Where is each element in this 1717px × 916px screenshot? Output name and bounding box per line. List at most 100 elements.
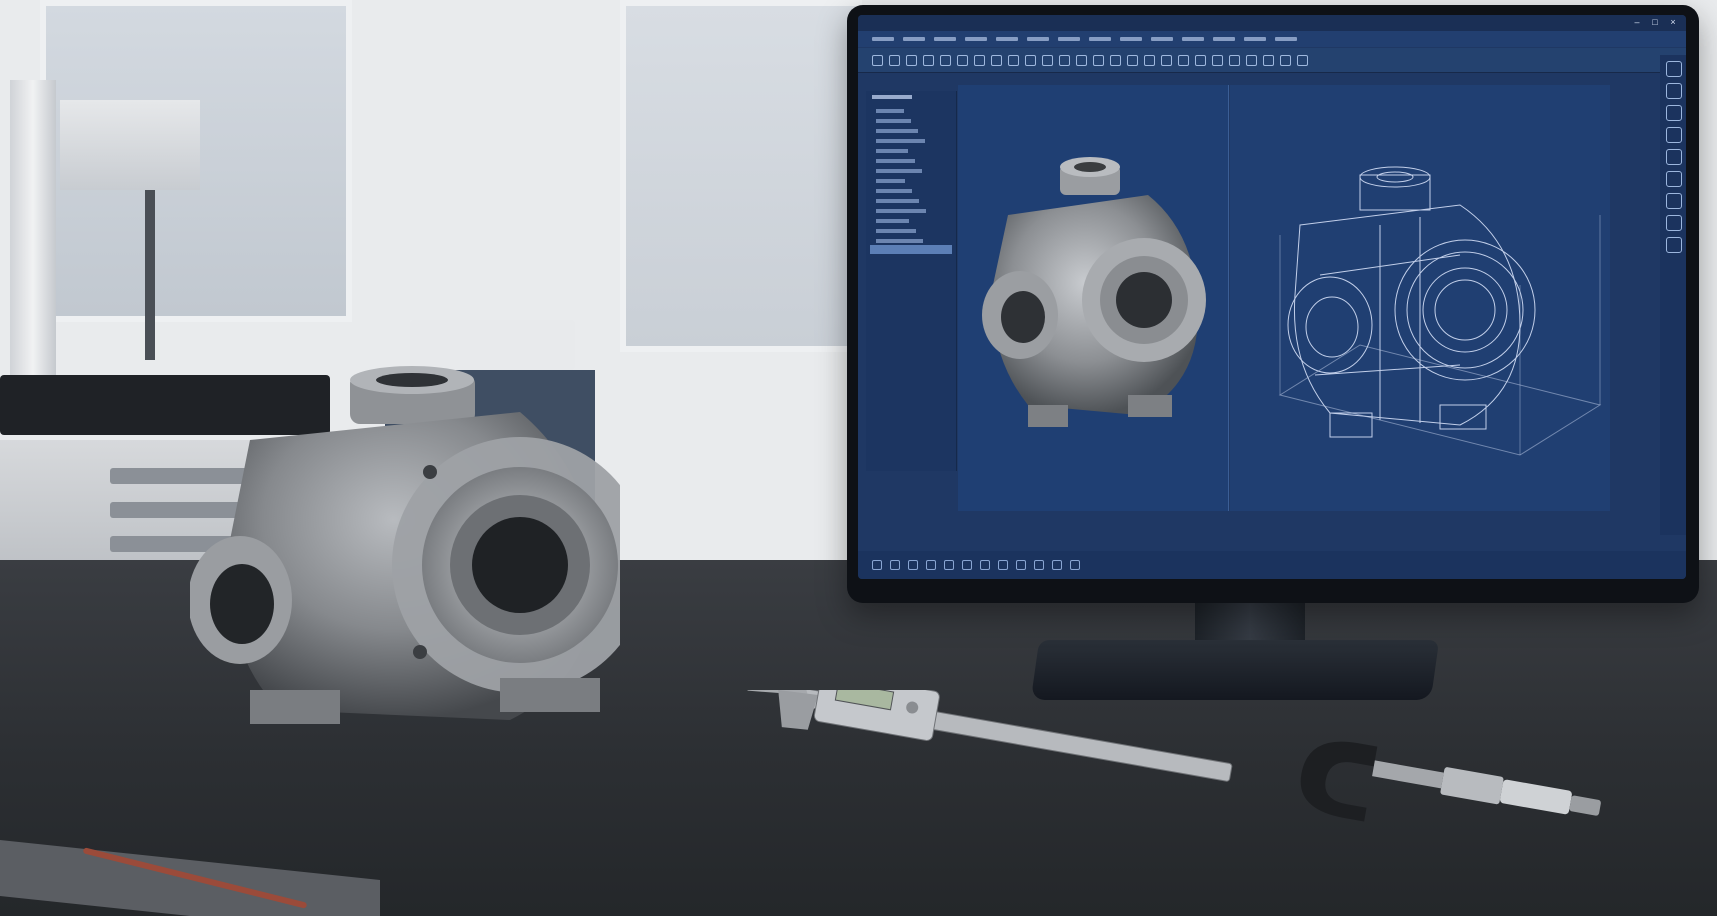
tree-item[interactable]	[876, 129, 918, 133]
toolbar-button-icon[interactable]	[1093, 54, 1104, 66]
menu-item[interactable]	[1213, 37, 1235, 41]
status-bar	[858, 551, 1686, 579]
monitor: – □ ×	[847, 5, 1699, 603]
cad-screen: – □ ×	[858, 15, 1686, 579]
toolbar-button-icon[interactable]	[1110, 54, 1121, 66]
toolbar-button-icon[interactable]	[1127, 54, 1138, 66]
status-icon[interactable]	[890, 560, 900, 570]
status-icon[interactable]	[980, 560, 990, 570]
side-tool-icon[interactable]	[1666, 171, 1682, 187]
toolbar-button-icon[interactable]	[1042, 54, 1053, 66]
status-icon[interactable]	[962, 560, 972, 570]
tree-item[interactable]	[876, 149, 908, 153]
toolbar	[858, 48, 1686, 73]
wireframe-part-model	[1278, 166, 1602, 456]
tree-item[interactable]	[876, 109, 904, 113]
close-icon[interactable]: ×	[1668, 17, 1678, 27]
menu-item[interactable]	[1182, 37, 1204, 41]
status-icon[interactable]	[944, 560, 954, 570]
tree-item[interactable]	[876, 179, 905, 183]
toolbar-button-icon[interactable]	[1008, 54, 1019, 66]
toolbar-button-icon[interactable]	[991, 54, 1002, 66]
lab-scene: – □ ×	[0, 0, 1717, 916]
side-tool-icon[interactable]	[1666, 237, 1682, 253]
status-icon[interactable]	[1052, 560, 1062, 570]
toolbar-button-icon[interactable]	[1161, 54, 1172, 66]
tree-item[interactable]	[876, 219, 909, 223]
side-toolbar	[1660, 55, 1686, 535]
toolbar-button-icon[interactable]	[1246, 54, 1257, 66]
maximize-icon[interactable]: □	[1650, 17, 1660, 27]
status-icon[interactable]	[872, 560, 882, 570]
menu-item[interactable]	[1058, 37, 1080, 41]
tree-item[interactable]	[876, 189, 912, 193]
rendered-part-model	[982, 157, 1206, 427]
tree-item[interactable]	[876, 239, 923, 243]
side-tool-icon[interactable]	[1666, 61, 1682, 77]
side-tool-icon[interactable]	[1666, 127, 1682, 143]
cast-metal-housing	[190, 366, 620, 724]
menu-item[interactable]	[1151, 37, 1173, 41]
side-tool-icon[interactable]	[1666, 149, 1682, 165]
cmm-beam	[60, 100, 200, 190]
tree-item[interactable]	[876, 169, 922, 173]
toolbar-button-icon[interactable]	[1212, 54, 1223, 66]
wireframe-viewport	[1230, 85, 1610, 511]
viewport-divider[interactable]	[1228, 85, 1229, 511]
toolbar-button-icon[interactable]	[1229, 54, 1240, 66]
tree-header	[872, 95, 912, 99]
status-icon[interactable]	[1034, 560, 1044, 570]
toolbar-button-icon[interactable]	[1280, 54, 1291, 66]
menu-item[interactable]	[1120, 37, 1142, 41]
toolbar-button-icon[interactable]	[940, 54, 951, 66]
toolbar-button-icon[interactable]	[1025, 54, 1036, 66]
tree-item[interactable]	[876, 119, 911, 123]
tree-item-selected[interactable]	[870, 245, 952, 254]
menu-item[interactable]	[1089, 37, 1111, 41]
status-icon[interactable]	[1070, 560, 1080, 570]
feature-tree-panel	[866, 91, 957, 471]
tree-item[interactable]	[876, 139, 925, 143]
tree-item[interactable]	[876, 229, 916, 233]
menu-item[interactable]	[1275, 37, 1297, 41]
tree-item[interactable]	[876, 209, 926, 213]
tree-item[interactable]	[876, 199, 919, 203]
menu-item[interactable]	[1027, 37, 1049, 41]
menu-item[interactable]	[872, 37, 894, 41]
toolbar-button-icon[interactable]	[1195, 54, 1206, 66]
cmm-column	[10, 80, 56, 400]
side-tool-icon[interactable]	[1666, 105, 1682, 121]
status-icon[interactable]	[926, 560, 936, 570]
status-icon[interactable]	[908, 560, 918, 570]
render-viewport	[958, 85, 1228, 511]
toolbar-button-icon[interactable]	[906, 54, 917, 66]
micrometer	[1300, 741, 1601, 822]
menu-item[interactable]	[965, 37, 987, 41]
toolbar-button-icon[interactable]	[1076, 54, 1087, 66]
digital-caliper	[741, 690, 1233, 782]
toolbar-button-icon[interactable]	[974, 54, 985, 66]
toolbar-button-icon[interactable]	[889, 54, 900, 66]
menu-item[interactable]	[1244, 37, 1266, 41]
menu-item[interactable]	[934, 37, 956, 41]
menu-item[interactable]	[996, 37, 1018, 41]
menu-bar	[858, 31, 1686, 47]
toolbar-button-icon[interactable]	[923, 54, 934, 66]
minimize-icon[interactable]: –	[1632, 17, 1642, 27]
menu-item[interactable]	[903, 37, 925, 41]
toolbar-button-icon[interactable]	[957, 54, 968, 66]
background-window	[620, 0, 862, 352]
toolbar-button-icon[interactable]	[1178, 54, 1189, 66]
toolbar-button-icon[interactable]	[1144, 54, 1155, 66]
toolbar-button-icon[interactable]	[872, 54, 883, 66]
side-tool-icon[interactable]	[1666, 215, 1682, 231]
status-icon[interactable]	[998, 560, 1008, 570]
side-tool-icon[interactable]	[1666, 83, 1682, 99]
status-icon[interactable]	[1016, 560, 1026, 570]
tree-item[interactable]	[876, 159, 915, 163]
toolbar-button-icon[interactable]	[1059, 54, 1070, 66]
toolbar-button-icon[interactable]	[1297, 54, 1308, 66]
cmm-probe	[145, 190, 155, 360]
side-tool-icon[interactable]	[1666, 193, 1682, 209]
toolbar-button-icon[interactable]	[1263, 54, 1274, 66]
